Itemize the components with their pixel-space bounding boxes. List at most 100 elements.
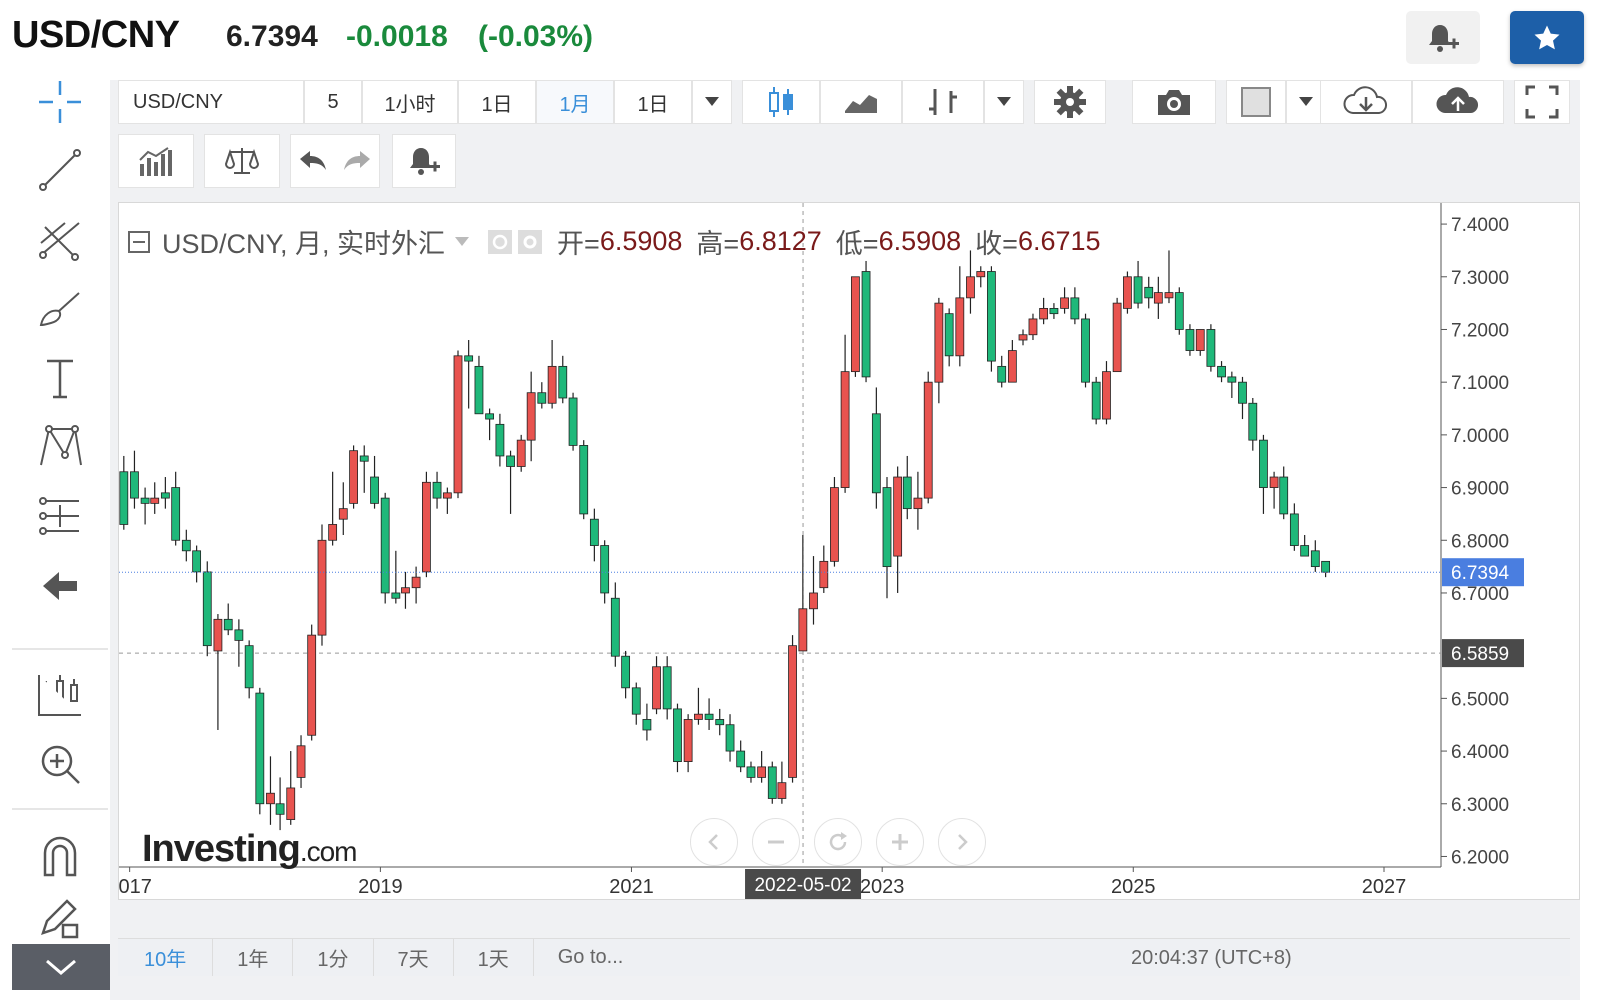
candle-body (275, 803, 285, 815)
interval-1d[interactable]: 1日 (458, 80, 536, 124)
lock-drawing-tool[interactable] (20, 888, 100, 948)
interval-custom[interactable]: 1日 (614, 80, 692, 124)
create-alert-button[interactable] (1406, 11, 1480, 64)
interval-1h[interactable]: 1小时 (362, 80, 458, 124)
redo-button[interactable] (334, 134, 380, 188)
range-10y[interactable]: 10年 (118, 939, 214, 976)
pitchfork-tool[interactable] (20, 210, 100, 270)
zoom-in-button[interactable] (876, 818, 924, 866)
pattern-icon (40, 425, 82, 466)
scale-icon (224, 148, 260, 174)
brush-tool[interactable] (20, 280, 100, 340)
candle-body (913, 497, 923, 510)
candle-body (589, 518, 599, 546)
candle-body (432, 481, 442, 499)
y-tick-label: 7.4000 (1451, 215, 1509, 236)
range-1d[interactable]: 1天 (454, 939, 534, 976)
caret-down-icon[interactable] (455, 236, 470, 247)
range-1y[interactable]: 1年 (213, 939, 294, 976)
range-1min[interactable]: 1分 (293, 939, 374, 976)
collapse-legend-icon[interactable] (128, 230, 150, 253)
watchlist-star-button[interactable] (1510, 11, 1584, 64)
zoom-in-tool[interactable] (20, 734, 100, 794)
candle-body (1060, 297, 1069, 309)
y-tick-label: 6.8000 (1451, 531, 1509, 552)
open-value: 6.5908 (599, 226, 683, 256)
measure-tool[interactable] (20, 486, 100, 546)
goto-date-button[interactable]: Go to... (534, 939, 648, 976)
candle-body (1091, 381, 1101, 420)
candle-body (140, 497, 150, 504)
undo-button[interactable] (290, 134, 334, 188)
plus-icon (892, 834, 908, 850)
caret-down-icon (1299, 97, 1313, 106)
candle-body (370, 476, 379, 504)
eye-icon[interactable] (487, 229, 513, 255)
zoom-in-icon (41, 745, 80, 784)
toolbar-divider (12, 808, 108, 810)
candle-body (767, 766, 777, 799)
save-chart-button[interactable] (1412, 80, 1504, 124)
settings-button[interactable] (1034, 80, 1106, 124)
interval-1m[interactable]: 1月 (536, 80, 614, 124)
reset-button[interactable] (814, 818, 862, 866)
hide-drawings-button[interactable] (20, 556, 100, 616)
candle-body (1279, 476, 1289, 515)
candle-body (1164, 292, 1174, 299)
load-chart-button[interactable] (1320, 80, 1412, 124)
fullscreen-button[interactable] (1514, 80, 1570, 124)
price-chart[interactable]: 7.4000 7.3000 7.2000 7.1000 7.0000 6.9000 6.80… (107, 203, 1579, 899)
pattern-tool[interactable] (20, 416, 100, 476)
pencil-lock-icon (41, 899, 79, 939)
ohlc-bars-icon (929, 89, 957, 115)
line-style-button[interactable] (820, 80, 902, 124)
candle-body (181, 539, 191, 552)
y-tick-label: 6.2000 (1451, 847, 1509, 868)
candle-body (1310, 550, 1320, 568)
candle-body (526, 392, 536, 441)
scroll-left-button[interactable] (690, 818, 738, 866)
y-tick-label: 6.9000 (1451, 479, 1509, 500)
candle-body (642, 719, 652, 731)
range-7d[interactable]: 7天 (374, 939, 454, 976)
crosshair-tool[interactable] (20, 72, 100, 132)
trend-line-tool[interactable] (20, 140, 100, 200)
pitchfork-icon (39, 222, 80, 261)
scroll-right-button[interactable] (938, 818, 986, 866)
candle-body (809, 592, 818, 610)
candle-body (568, 397, 578, 446)
candle-body (506, 455, 515, 467)
snapshot-button[interactable] (1132, 80, 1216, 124)
layout-button[interactable] (1226, 80, 1286, 124)
open-label: 开= (557, 229, 600, 259)
candle-body (725, 724, 735, 752)
candle-body (213, 618, 223, 652)
text-tool[interactable] (20, 348, 100, 408)
ohlc-style-button[interactable] (902, 80, 984, 124)
brush-icon (39, 292, 80, 327)
interval-dropdown[interactable] (692, 80, 732, 124)
collapse-toolbar-button[interactable] (12, 944, 110, 990)
gear-icon[interactable] (517, 229, 543, 255)
minus-icon (768, 840, 784, 844)
compare-button[interactable] (204, 134, 280, 188)
studies-button[interactable] (118, 134, 194, 188)
magnet-tool[interactable] (20, 826, 100, 886)
y-tick-label: 7.1000 (1451, 373, 1509, 394)
gear-icon (1054, 86, 1086, 118)
line-chart-icon (845, 95, 877, 113)
style-dropdown[interactable] (984, 80, 1024, 124)
candle-body (579, 445, 589, 515)
symbol-search-input[interactable]: USD/CNY (118, 80, 304, 124)
indicators-tool[interactable] (20, 666, 100, 726)
x-tick-label: 2017 (119, 876, 152, 898)
candle-body (1217, 365, 1226, 378)
alert-button[interactable] (392, 134, 456, 188)
chart-canvas[interactable]: 7.4000 7.3000 7.2000 7.1000 7.0000 6.9000 6.80… (107, 202, 1580, 900)
logo-suffix: .com (299, 836, 358, 867)
zoom-out-button[interactable] (752, 818, 800, 866)
interval-5[interactable]: 5 (304, 80, 362, 124)
cloud-download-icon (1343, 86, 1388, 114)
candle-style-button[interactable] (742, 80, 820, 124)
high-value: 6.8127 (739, 226, 822, 256)
